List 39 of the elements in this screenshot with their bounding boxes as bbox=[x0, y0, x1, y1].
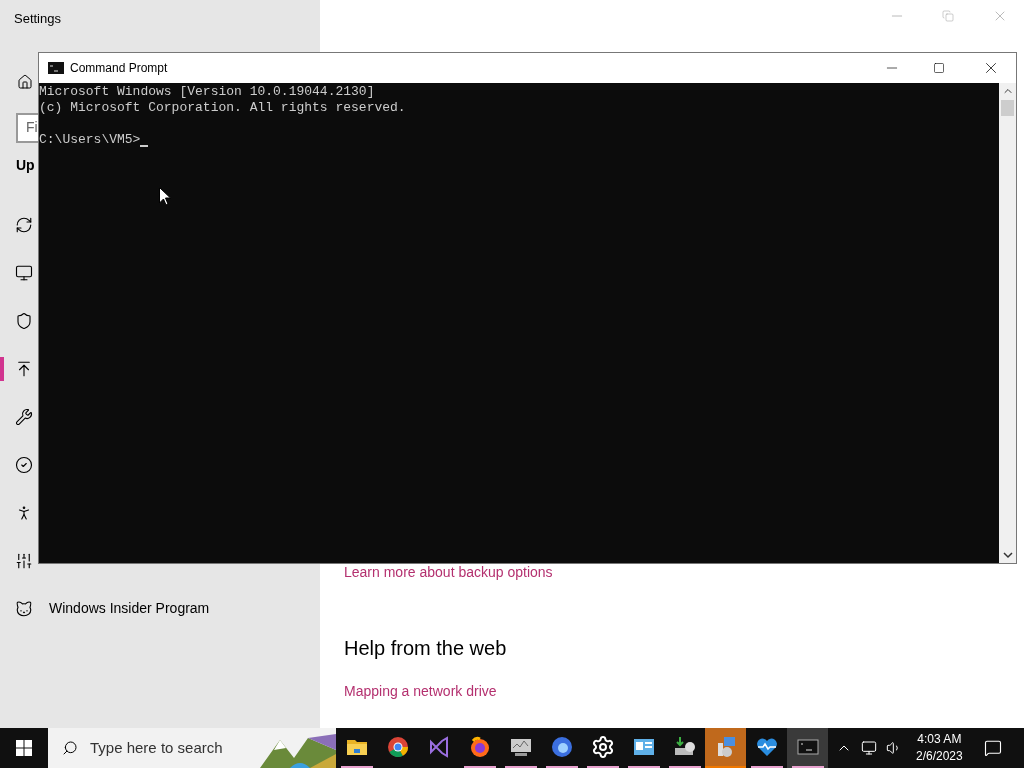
section-heading: Up bbox=[16, 155, 36, 175]
taskbar-app[interactable] bbox=[787, 728, 828, 768]
clock[interactable]: 4:03 AM 2/6/2023 bbox=[916, 728, 963, 768]
search-placeholder: Type here to search bbox=[90, 737, 223, 758]
check-circle-icon[interactable] bbox=[15, 455, 33, 474]
clock-date: 2/6/2023 bbox=[916, 748, 963, 765]
scroll-down-icon[interactable] bbox=[1001, 549, 1014, 561]
sliders-icon[interactable] bbox=[15, 551, 33, 570]
search-icon bbox=[62, 740, 78, 756]
console-line: Microsoft Windows [Version 10.0.19044.2130] bbox=[39, 84, 376, 100]
console-line: (c) Microsoft Corporation. All rights reserved. bbox=[39, 100, 407, 116]
notifications-icon[interactable] bbox=[984, 739, 1003, 757]
network-icon[interactable] bbox=[861, 740, 877, 756]
section-heading: Help from the web bbox=[344, 636, 507, 661]
search-box[interactable]: Type here to search bbox=[48, 728, 336, 768]
window-title: Settings bbox=[14, 10, 62, 28]
text-cursor bbox=[140, 145, 149, 147]
scroll-thumb[interactable] bbox=[1001, 100, 1014, 116]
nav-label[interactable]: Windows Insider Program bbox=[49, 598, 210, 619]
clock-time: 4:03 AM bbox=[917, 731, 962, 748]
wrench-icon[interactable] bbox=[15, 407, 33, 426]
windows-logo-icon bbox=[16, 740, 32, 756]
search-field[interactable]: Fi bbox=[16, 112, 38, 143]
upload-icon[interactable] bbox=[15, 359, 33, 378]
chrome-icon bbox=[385, 735, 410, 759]
globe-icon bbox=[549, 735, 574, 759]
settings-icon bbox=[590, 735, 615, 759]
console-prompt: C:\Users\VM5> bbox=[39, 132, 141, 148]
help-link[interactable]: Mapping a network drive bbox=[344, 681, 497, 702]
cat-icon[interactable] bbox=[15, 599, 33, 618]
home-icon[interactable] bbox=[17, 73, 33, 90]
mouse-pointer-icon bbox=[159, 187, 171, 206]
refresh-icon[interactable] bbox=[15, 215, 33, 234]
help-link[interactable]: Learn more about backup options bbox=[344, 562, 553, 583]
scrollbar[interactable] bbox=[999, 83, 1016, 563]
terminal-icon bbox=[48, 62, 64, 74]
maximize-icon[interactable] bbox=[933, 62, 945, 74]
console-title: Command Prompt bbox=[70, 60, 168, 77]
shield-icon[interactable] bbox=[15, 311, 33, 330]
